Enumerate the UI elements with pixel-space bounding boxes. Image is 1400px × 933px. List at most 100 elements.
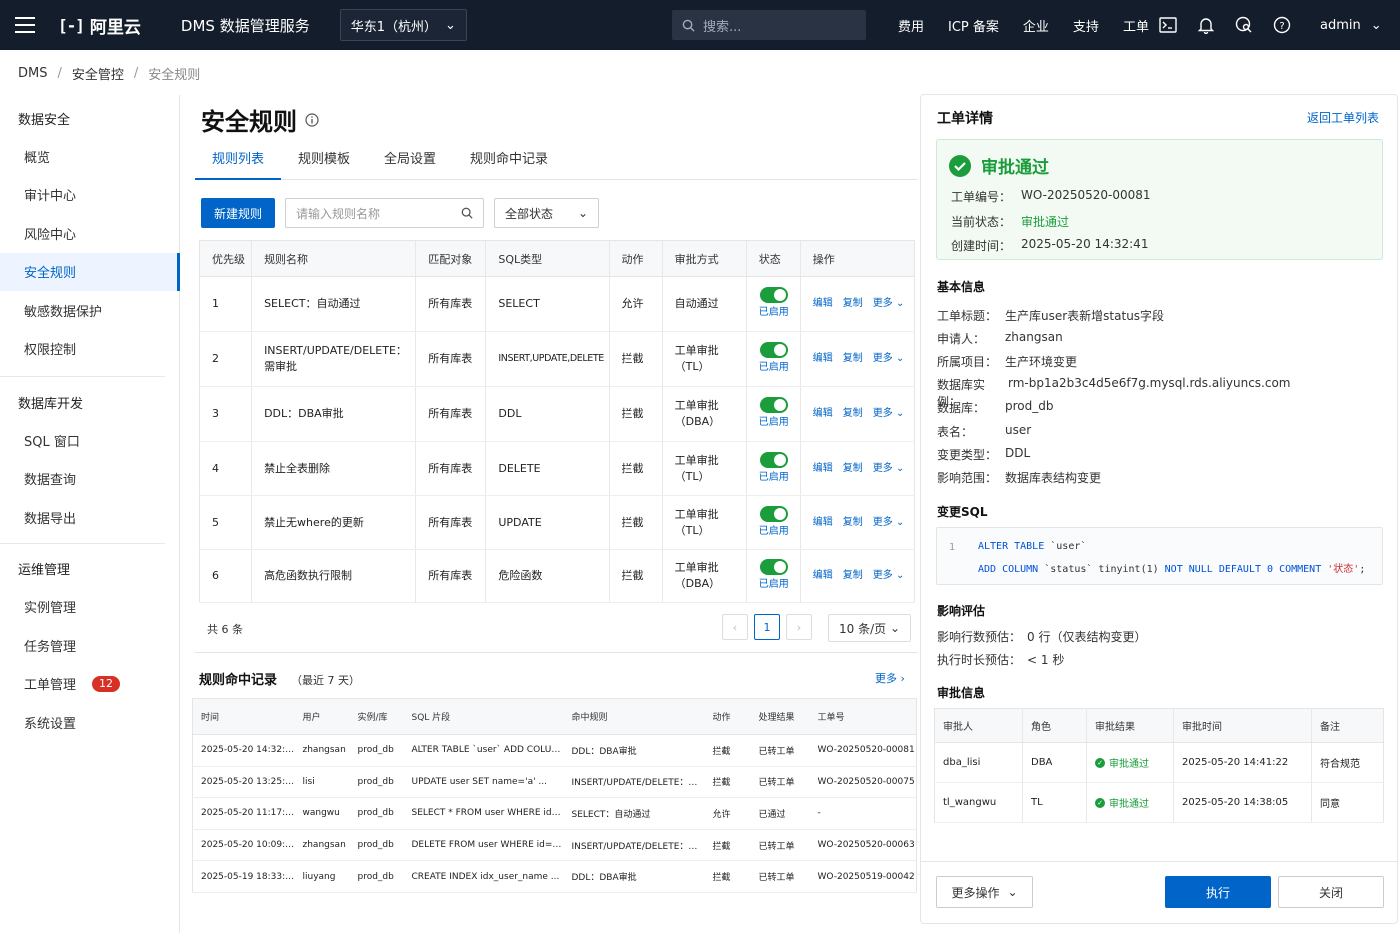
- rule-search-input[interactable]: 请输入规则名称: [285, 198, 485, 228]
- nav-icp[interactable]: ICP 备案: [948, 16, 999, 35]
- sidebar-item-permissions[interactable]: 权限控制: [0, 330, 179, 369]
- info-icon[interactable]: [305, 112, 319, 127]
- copy-link[interactable]: 复制: [843, 351, 863, 367]
- nav-billing[interactable]: 费用: [898, 16, 924, 35]
- sidebar-item-data-export[interactable]: 数据导出: [0, 498, 179, 537]
- sidebar-item-overview[interactable]: 概览: [0, 137, 179, 176]
- copy-link[interactable]: 复制: [843, 461, 863, 477]
- tab-global-settings[interactable]: 全局设置: [367, 145, 453, 179]
- ticket-link[interactable]: WO-20250520-00081: [809, 734, 917, 767]
- sidebar-item-sensitive-data[interactable]: 敏感数据保护: [0, 291, 179, 330]
- search-icon[interactable]: [461, 207, 473, 219]
- edit-link[interactable]: 编辑: [813, 296, 833, 312]
- global-search[interactable]: 搜索...: [672, 10, 866, 40]
- copy-link[interactable]: 复制: [843, 296, 863, 312]
- edit-link[interactable]: 编辑: [813, 406, 833, 422]
- sidebar-item-label: 工单管理: [24, 678, 77, 694]
- rule-enable-toggle[interactable]: 已启用: [759, 451, 789, 486]
- edit-link[interactable]: 编辑: [813, 568, 833, 584]
- hit-records-table: 时间 用户 实例/库 SQL 片段 命中规则 动作 处理结果 工单号 2025-05-20 1…: [192, 698, 917, 893]
- rule-enable-toggle[interactable]: 已启用: [759, 505, 789, 540]
- toggle-switch[interactable]: [759, 287, 788, 303]
- chat-search-icon[interactable]: [1234, 15, 1254, 35]
- rule-cell-obj: 所有库表: [415, 495, 487, 550]
- page-number-button[interactable]: 1: [754, 614, 780, 640]
- ticket-link[interactable]: WO-20250520-00063: [809, 829, 917, 862]
- rule-enable-toggle[interactable]: 已启用: [759, 287, 789, 321]
- breadcrumb-dms[interactable]: DMS: [18, 66, 47, 81]
- page-size-select[interactable]: 10 条/页 ⌄: [828, 614, 911, 642]
- tab-rule-list[interactable]: 规则列表: [195, 145, 282, 180]
- more-dropdown[interactable]: 更多 ⌄: [873, 515, 905, 531]
- approval-result-text: 审批通过: [1109, 799, 1149, 810]
- back-to-ticket-list-link[interactable]: 返回工单列表: [1307, 109, 1379, 126]
- sidebar-item-risk[interactable]: 风险中心: [0, 214, 179, 253]
- tab-rule-templates[interactable]: 规则模板: [281, 145, 367, 179]
- rule-enable-toggle[interactable]: 已启用: [759, 342, 789, 376]
- toggle-switch[interactable]: [759, 559, 788, 575]
- more-actions-button[interactable]: 更多操作 ⌄: [936, 876, 1033, 908]
- toggle-switch[interactable]: [759, 451, 788, 468]
- status-filter-select[interactable]: 全部状态 ⌄: [494, 198, 600, 228]
- aliyun-logo[interactable]: [-] 阿里云: [58, 13, 141, 38]
- approval-result: ✓ 审批通过: [1095, 755, 1173, 770]
- copy-link[interactable]: 复制: [843, 406, 863, 422]
- rule-enable-toggle[interactable]: 已启用: [759, 397, 789, 431]
- tab-hit-records[interactable]: 规则命中记录: [453, 145, 565, 179]
- copy-link[interactable]: 复制: [843, 515, 863, 531]
- bell-icon[interactable]: [1196, 15, 1216, 35]
- sidebar-item-tasks[interactable]: 任务管理: [0, 626, 179, 665]
- hit-cell: 2025-05-19 18:33:02: [192, 860, 295, 893]
- ticket-link[interactable]: WO-20250519-00042: [809, 860, 917, 893]
- sidebar-item-audit[interactable]: 审计中心: [0, 176, 179, 215]
- nav-support[interactable]: 支持: [1073, 16, 1099, 35]
- rule-enable-toggle[interactable]: 已启用: [759, 559, 789, 593]
- new-rule-button[interactable]: 新建规则: [201, 198, 276, 228]
- nav-tickets[interactable]: 工单: [1123, 16, 1149, 35]
- kv-value: 数据库表结构变更: [1005, 470, 1102, 485]
- next-page-button[interactable]: ›: [786, 614, 812, 640]
- more-dropdown[interactable]: 更多 ⌄: [873, 406, 905, 422]
- more-dropdown[interactable]: 更多 ⌄: [873, 568, 905, 584]
- toggle-switch[interactable]: [759, 397, 788, 413]
- hit-records-more-link[interactable]: 更多 ›: [875, 670, 905, 686]
- help-icon[interactable]: ?: [1272, 15, 1292, 35]
- user-menu[interactable]: admin ⌄: [1320, 0, 1382, 50]
- rule-cell-p: 1: [199, 276, 253, 332]
- close-button[interactable]: 关闭: [1278, 876, 1384, 908]
- terminal-icon[interactable]: [1158, 15, 1178, 35]
- edit-link[interactable]: 编辑: [813, 515, 833, 531]
- sidebar-item-security-rules[interactable]: 安全规则: [0, 252, 180, 291]
- more-dropdown[interactable]: 更多 ⌄: [873, 351, 905, 367]
- kv-label: 当前状态：: [951, 215, 1012, 229]
- sidebar-item-sql-window[interactable]: SQL 窗口: [0, 421, 179, 460]
- product-name[interactable]: DMS 数据管理服务: [181, 15, 310, 36]
- edit-link[interactable]: 编辑: [813, 461, 833, 477]
- basic-info-row: 工单标题： 生产库user表新增status字段: [937, 307, 1164, 324]
- hit-records-subtitle: （最近 7 天）: [291, 674, 361, 687]
- sidebar-item-instances[interactable]: 实例管理: [0, 588, 179, 627]
- region-selector[interactable]: 华东1（杭州） ⌄: [339, 9, 467, 41]
- hit-cell: DELETE FROM user WHERE id=10: [403, 829, 564, 862]
- sidebar-item-tickets[interactable]: 工单管理 12: [0, 665, 179, 704]
- chevron-down-icon: ⌄: [444, 17, 456, 33]
- execute-button[interactable]: 执行: [1165, 876, 1271, 908]
- hit-cell: INSERT/UPDATE/DELETE：需...: [563, 829, 705, 862]
- prev-page-button[interactable]: ‹: [722, 614, 748, 640]
- top-nav: 费用 ICP 备案 企业 支持 工单: [898, 0, 1149, 50]
- rule-actions: 编辑 复制 更多 ⌄: [813, 461, 914, 477]
- toggle-switch[interactable]: [759, 505, 788, 522]
- menu-icon[interactable]: [0, 0, 50, 50]
- ticket-link[interactable]: WO-20250520-00075: [809, 766, 917, 799]
- breadcrumb-security[interactable]: 安全管控: [72, 64, 124, 83]
- more-dropdown[interactable]: 更多 ⌄: [873, 296, 905, 312]
- edit-link[interactable]: 编辑: [813, 351, 833, 367]
- more-dropdown[interactable]: 更多 ⌄: [873, 461, 905, 477]
- sidebar-item-settings[interactable]: 系统设置: [0, 703, 179, 742]
- column-header: 优先级: [199, 240, 253, 277]
- nav-enterprise[interactable]: 企业: [1023, 16, 1049, 35]
- check-circle-icon: ✓: [1095, 797, 1105, 808]
- copy-link[interactable]: 复制: [843, 568, 863, 584]
- sidebar-item-data-query[interactable]: 数据查询: [0, 460, 179, 499]
- toggle-switch[interactable]: [759, 342, 788, 358]
